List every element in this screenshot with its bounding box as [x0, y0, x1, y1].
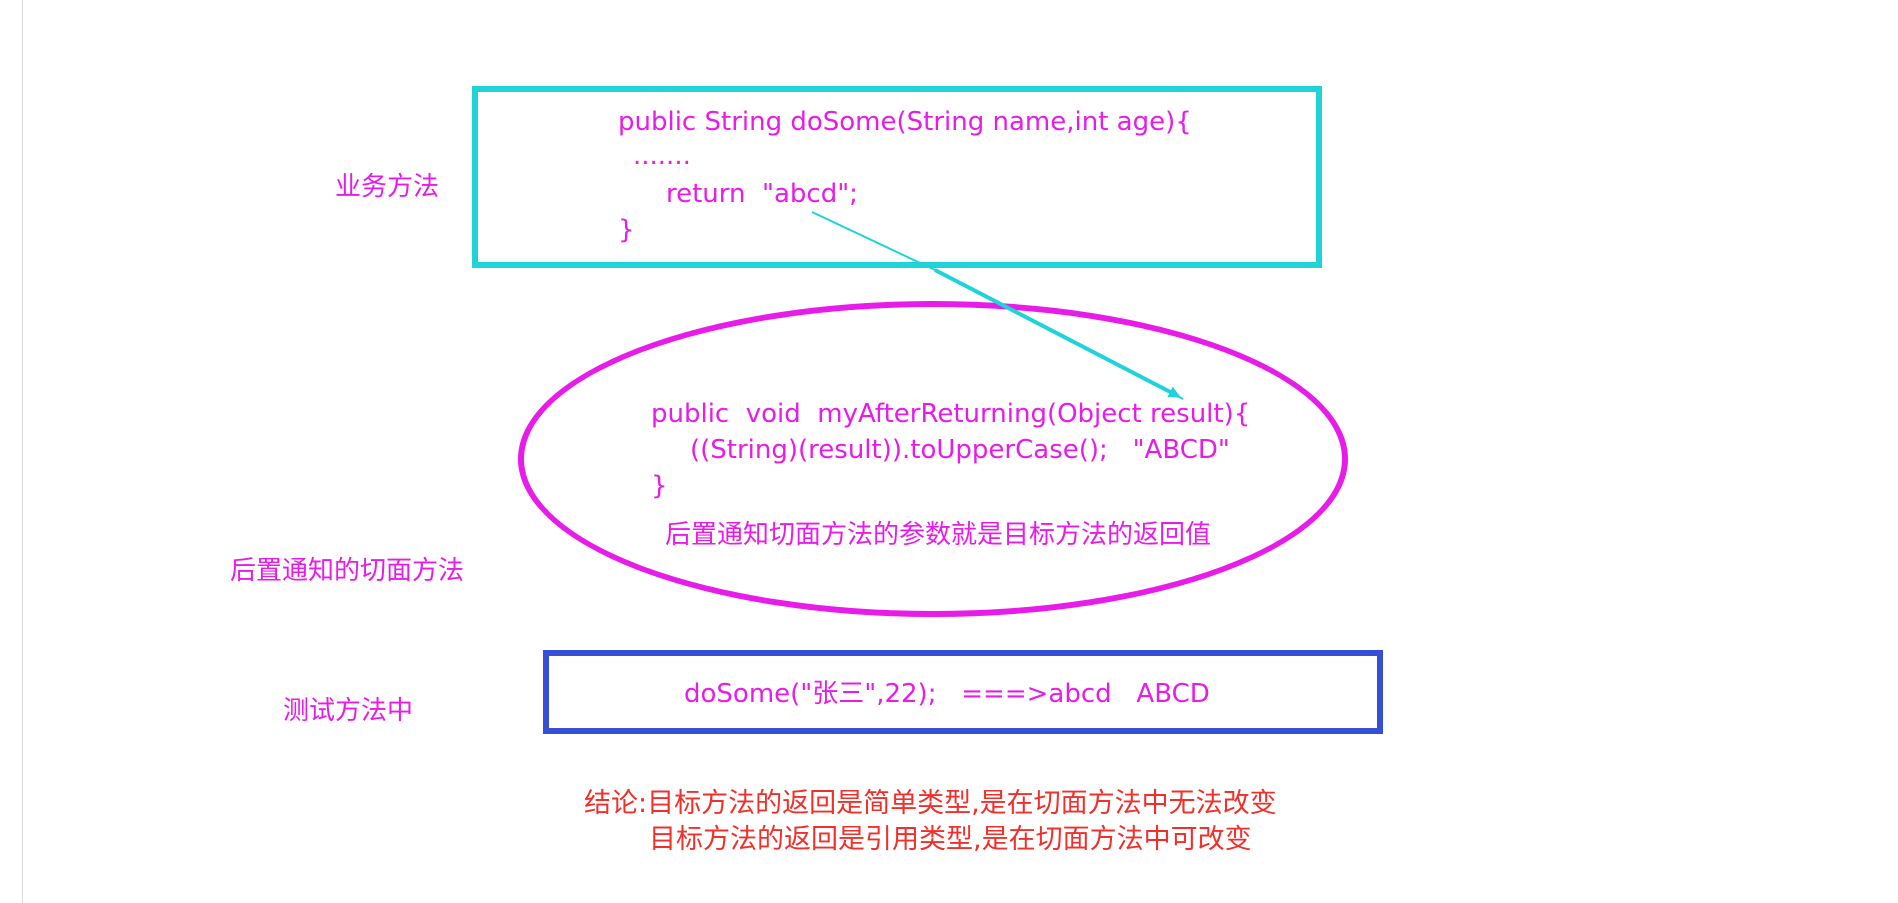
return-value-arrow [811, 211, 1184, 400]
diagram-canvas: 业务方法 后置通知的切面方法 测试方法中 public String doSom… [0, 0, 1898, 903]
